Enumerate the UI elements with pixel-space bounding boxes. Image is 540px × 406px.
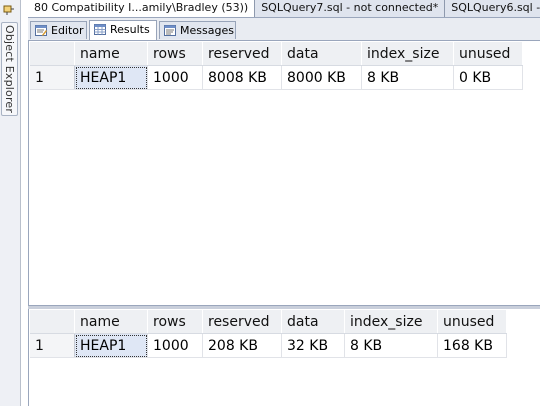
row-number[interactable]: 1 [30, 333, 75, 358]
object-explorer-strip: Object Explorer [0, 0, 21, 406]
tab-messages-label: Messages [180, 24, 234, 37]
grid-header-row: name rows reserved data index_size unuse… [30, 42, 523, 66]
tab-results-label: Results [110, 23, 150, 36]
column-header-data[interactable]: data [281, 42, 362, 66]
tab-messages[interactable]: Messages [159, 21, 236, 39]
column-header-reserved[interactable]: reserved [202, 310, 282, 334]
cell-reserved[interactable]: 8008 KB [202, 65, 282, 90]
document-tab-strip: 80 Compatibility I...amily\Bradley (53))… [28, 0, 540, 18]
column-header-data[interactable]: data [281, 310, 345, 334]
results-tab-strip: Editor Results Messages [28, 18, 540, 41]
grid-corner[interactable] [30, 42, 75, 66]
doc-tab-sqlquery6[interactable]: SQLQuery6.sql - n [445, 0, 540, 17]
column-header-index-size[interactable]: index_size [361, 42, 454, 66]
pin-icon[interactable] [3, 4, 15, 16]
results-pane-border [28, 40, 29, 305]
cell-rows[interactable]: 1000 [147, 65, 203, 90]
tab-results[interactable]: Results [89, 20, 157, 40]
cell-rows[interactable]: 1000 [147, 333, 203, 358]
results-pane-border-2 [28, 309, 29, 406]
messages-icon [164, 25, 176, 36]
cell-unused[interactable]: 168 KB [437, 333, 507, 358]
tab-editor-label: Editor [51, 24, 84, 37]
editor-icon [35, 25, 47, 36]
result-grid-1[interactable]: name rows reserved data index_size unuse… [30, 42, 523, 90]
object-explorer-tab[interactable]: Object Explorer [1, 22, 18, 117]
cell-data[interactable]: 32 KB [281, 333, 345, 358]
cell-reserved[interactable]: 208 KB [202, 333, 282, 358]
column-header-name[interactable]: name [74, 42, 148, 66]
column-header-unused[interactable]: unused [437, 310, 507, 334]
column-header-unused[interactable]: unused [453, 42, 523, 66]
cell-index-size[interactable]: 8 KB [361, 65, 454, 90]
grid-header-row: name rows reserved data index_size unuse… [30, 310, 507, 334]
cell-index-size[interactable]: 8 KB [344, 333, 438, 358]
column-header-rows[interactable]: rows [147, 310, 203, 334]
table-row[interactable]: 1 HEAP1 1000 208 KB 32 KB 8 KB 168 KB [30, 333, 507, 358]
table-row[interactable]: 1 HEAP1 1000 8008 KB 8000 KB 8 KB 0 KB [30, 65, 523, 90]
result-grid-2[interactable]: name rows reserved data index_size unuse… [30, 310, 507, 358]
results-splitter[interactable] [28, 305, 540, 309]
tab-editor[interactable]: Editor [30, 21, 87, 39]
column-header-reserved[interactable]: reserved [202, 42, 282, 66]
grid-icon [94, 24, 106, 35]
column-header-rows[interactable]: rows [147, 42, 203, 66]
doc-tab-compatibility[interactable]: 80 Compatibility I...amily\Bradley (53)) [28, 0, 256, 17]
grid-corner[interactable] [30, 310, 75, 334]
row-number[interactable]: 1 [30, 65, 75, 90]
column-header-index-size[interactable]: index_size [344, 310, 438, 334]
cell-data[interactable]: 8000 KB [281, 65, 362, 90]
cell-name[interactable]: HEAP1 [74, 333, 148, 358]
doc-tab-sqlquery7[interactable]: SQLQuery7.sql - not connected* [255, 0, 446, 17]
cell-unused[interactable]: 0 KB [453, 65, 523, 90]
cell-name[interactable]: HEAP1 [74, 65, 148, 90]
column-header-name[interactable]: name [74, 310, 148, 334]
